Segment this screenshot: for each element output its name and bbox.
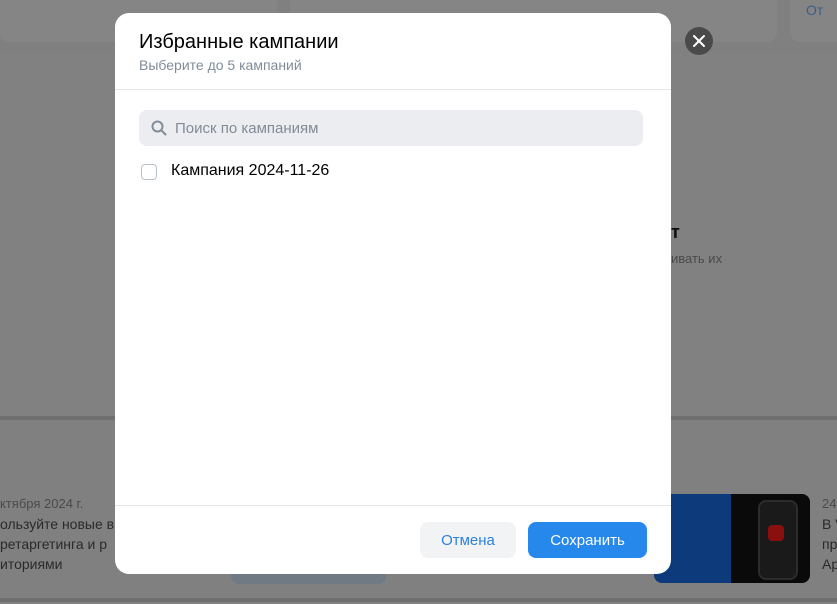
app-logo-icon [768, 525, 784, 541]
favorite-campaigns-modal: Избранные кампании Выберите до 5 кампани… [115, 13, 671, 574]
cancel-button[interactable]: Отмена [420, 522, 516, 558]
news-line: пр [822, 536, 837, 552]
search-field[interactable] [139, 110, 643, 146]
close-button[interactable] [685, 27, 713, 55]
news-line: В V [822, 516, 837, 532]
save-button[interactable]: Сохранить [528, 522, 647, 558]
campaign-label: Кампания 2024-11-26 [171, 162, 330, 179]
background-divider [0, 598, 837, 602]
modal-footer: Отмена Сохранить [115, 505, 671, 574]
campaign-checkbox[interactable] [141, 164, 157, 180]
news-line: ользуйте новые в [0, 516, 115, 532]
news-line: иториями [0, 556, 63, 572]
search-icon [151, 120, 167, 136]
search-input[interactable] [175, 110, 635, 146]
news-date: 24 [822, 496, 837, 511]
modal-header: Избранные кампании Выберите до 5 кампани… [115, 13, 671, 90]
modal-title: Избранные кампании [139, 31, 339, 53]
news-date: ктября 2024 г. [0, 496, 84, 511]
background-text: ивать их [671, 251, 723, 266]
close-icon [693, 35, 705, 47]
modal-subtitle: Выберите до 5 кампаний [139, 57, 302, 73]
news-line: Ар [822, 556, 837, 572]
background-link: От [806, 2, 824, 18]
background-heading: т [671, 222, 680, 242]
news-line: ретаргетинга и р [0, 536, 107, 552]
